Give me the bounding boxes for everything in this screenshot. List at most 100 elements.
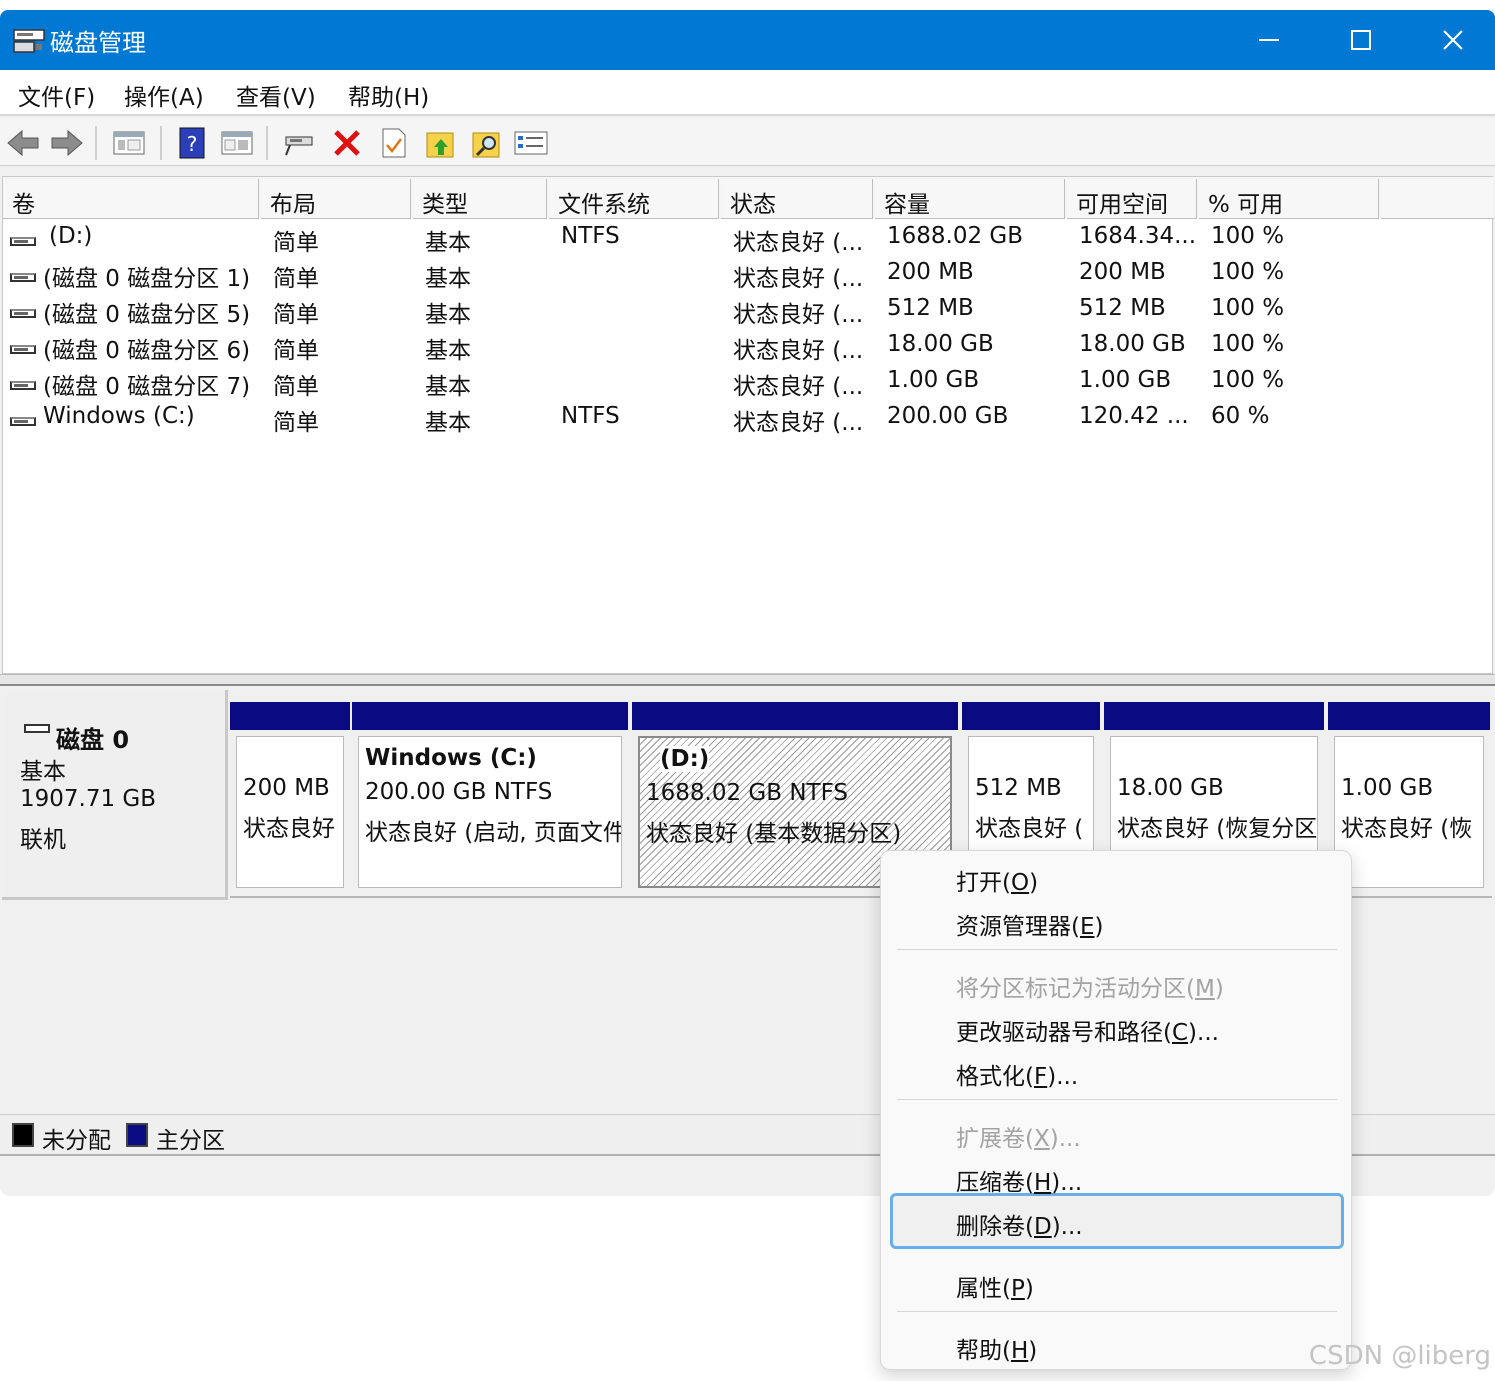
partition-status: 状态良好 (恢 (1341, 816, 1473, 842)
table-row[interactable]: (磁盘 0 磁盘分区 5) 简单 基本 状态良好 (... 512 MB 512 MB 10… (3, 295, 1494, 331)
menu-accelerator-key: O (1010, 870, 1030, 896)
volume-list[interactable]: 卷 布局 类型 文件系统 状态 容量 可用空间 % 可用 (D:) 简单 基本 NTF… (2, 176, 1494, 674)
back-button[interactable] (6, 126, 40, 160)
close-button[interactable] (1407, 10, 1495, 70)
disk-0-label[interactable]: 磁盘 0 基本 1907.71 GB 联机 (2, 690, 228, 900)
delete-icon (334, 130, 360, 156)
menu-help[interactable]: 帮助(H) (348, 78, 429, 112)
col-header-layout[interactable]: 布局 (261, 179, 411, 219)
menu-delete-volume[interactable]: 删除卷(D)... (956, 1207, 1083, 1241)
partition-body[interactable]: 1.00 GB 状态良好 (恢 (1334, 736, 1484, 888)
col-header-free-space[interactable]: 可用空间 (1067, 179, 1197, 219)
console-tree-button[interactable] (112, 126, 146, 160)
menu-explorer[interactable]: 资源管理器(E) (956, 907, 1104, 941)
table-cell: (磁盘 0 磁盘分区 6) (43, 338, 251, 364)
menu-properties[interactable]: 属性(P) (956, 1269, 1034, 1303)
menu-accelerator-key: E (1079, 914, 1095, 940)
back-arrow-icon (7, 129, 39, 157)
table-cell: 简单 (273, 410, 319, 436)
menu-shrink-volume[interactable]: 压缩卷(H)... (956, 1163, 1082, 1197)
pane-splitter[interactable] (0, 674, 1495, 686)
col-header-volume[interactable]: 卷 (3, 179, 259, 219)
forward-button[interactable] (50, 126, 84, 160)
table-cell: 200 MB (887, 259, 974, 285)
table-cell: (磁盘 0 磁盘分区 5) (43, 302, 251, 328)
menu-label: 资源管理器( (956, 914, 1080, 940)
menu-file[interactable]: 文件(F) (18, 78, 95, 112)
primary-partition-bar (1328, 702, 1490, 730)
search-folder-button[interactable] (470, 126, 504, 160)
menu-format[interactable]: 格式化(F)... (956, 1057, 1078, 1091)
maximize-button[interactable] (1315, 10, 1407, 70)
connect-drive-button[interactable] (282, 126, 316, 160)
partition-7[interactable]: 1.00 GB 状态良好 (恢 (1328, 702, 1490, 896)
watermark: CSDN @liberg (1308, 1341, 1491, 1371)
table-cell: 状态良好 (... (733, 302, 864, 328)
table-cell: 基本 (425, 374, 471, 400)
table-cell: 简单 (273, 338, 319, 364)
table-row[interactable]: Windows (C:) 简单 基本 NTFS 状态良好 (... 200.00 GB 12… (3, 403, 1494, 439)
help-icon: ? (179, 127, 205, 159)
menu-label: 更改驱动器号和路径( (956, 1020, 1172, 1046)
toolbar-separator (95, 126, 97, 160)
partition-1[interactable]: 200 MB 状态良好 (230, 702, 350, 896)
table-cell: 200 MB (1079, 259, 1166, 285)
legend-unallocated: 未分配 (42, 1128, 111, 1154)
up-folder-icon (426, 132, 454, 158)
partition-body[interactable]: 200 MB 状态良好 (236, 736, 344, 888)
table-cell: 200.00 GB (887, 403, 1009, 429)
menu-help[interactable]: 帮助(H) (956, 1331, 1037, 1365)
table-cell: (D:) (49, 223, 93, 249)
menu-label-suffix: ) (1214, 976, 1224, 1002)
console-tree-icon (113, 131, 145, 155)
menu-action[interactable]: 操作(A) (124, 78, 204, 112)
table-cell: 状态良好 (... (733, 374, 864, 400)
menu-view[interactable]: 查看(V) (236, 78, 316, 112)
menu-accelerator-key: H (1033, 1170, 1052, 1196)
partition-body[interactable]: Windows (C:) 200.00 GB NTFS 状态良好 (启动, 页面… (358, 736, 622, 888)
table-cell: 基本 (425, 410, 471, 436)
table-row[interactable]: (D:) 简单 基本 NTFS 状态良好 (... 1688.02 GB 1684.34..… (3, 223, 1494, 259)
partition-status: 状态良好 (启动, 页面文件 (365, 820, 622, 846)
menu-label-suffix: ) (1029, 870, 1039, 896)
details-list-button[interactable] (514, 126, 548, 160)
minimize-icon (1259, 39, 1279, 41)
context-menu: 打开(O) 资源管理器(E) 将分区标记为活动分区(M) 更改驱动器号和路径(C)..… (880, 850, 1352, 1370)
partition-windows-c[interactable]: Windows (C:) 200.00 GB NTFS 状态良好 (启动, 页面… (352, 702, 628, 896)
menu-label: 帮助( (956, 1338, 1011, 1364)
partition-status: 状态良好 (基本数据分区) (646, 821, 902, 847)
menu-change-drive-letter[interactable]: 更改驱动器号和路径(C)... (956, 1013, 1219, 1047)
minimize-button[interactable] (1223, 10, 1315, 70)
volume-drive-icon (10, 273, 36, 282)
table-row[interactable]: (磁盘 0 磁盘分区 1) 简单 基本 状态良好 (... 200 MB 200 MB 10… (3, 259, 1494, 295)
primary-partition-bar (962, 702, 1100, 730)
col-header-status[interactable]: 状态 (721, 179, 873, 219)
table-cell: (磁盘 0 磁盘分区 7) (43, 374, 251, 400)
col-header-filesystem[interactable]: 文件系统 (549, 179, 719, 219)
table-row[interactable]: (磁盘 0 磁盘分区 7) 简单 基本 状态良好 (... 1.00 GB 1.00 GB… (3, 367, 1494, 403)
table-cell: NTFS (561, 223, 620, 249)
menu-separator (897, 1311, 1337, 1312)
delete-button[interactable] (330, 126, 364, 160)
menu-open[interactable]: 打开(O) (956, 863, 1038, 897)
table-cell: 60 % (1211, 403, 1270, 429)
menu-bar: 文件(F) 操作(A) 查看(V) 帮助(H) (0, 70, 1495, 116)
table-cell: NTFS (561, 403, 620, 429)
col-header-type[interactable]: 类型 (413, 179, 547, 219)
partition-status: 状态良好 (243, 816, 335, 842)
help-button[interactable]: ? (175, 126, 209, 160)
table-cell: (磁盘 0 磁盘分区 1) (43, 266, 251, 292)
unallocated-swatch (12, 1123, 34, 1147)
menu-label: 属性( (956, 1276, 1011, 1302)
table-cell: 简单 (273, 374, 319, 400)
action-pane-button[interactable] (220, 126, 254, 160)
title-bar[interactable]: 磁盘管理 (0, 10, 1495, 70)
search-folder-icon (472, 132, 500, 158)
col-header-capacity[interactable]: 容量 (875, 179, 1065, 219)
table-row[interactable]: (磁盘 0 磁盘分区 6) 简单 基本 状态良好 (... 18.00 GB 18.00 … (3, 331, 1494, 367)
menu-label-suffix: ) (1094, 914, 1104, 940)
col-header-percent-free[interactable]: % 可用 (1199, 179, 1379, 219)
properties-button[interactable] (376, 126, 410, 160)
up-folder-button[interactable] (424, 126, 458, 160)
partition-title: (D:) (660, 746, 710, 772)
